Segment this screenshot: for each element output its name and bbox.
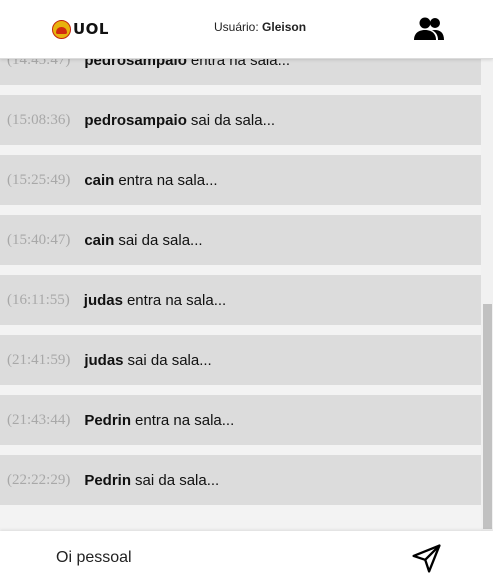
message-user: judas: [83, 291, 123, 309]
paper-plane-icon[interactable]: [411, 543, 442, 574]
message-user: cain: [84, 231, 115, 249]
message-row: (15:25:49) cain entra na sala...: [0, 155, 481, 205]
message-input[interactable]: [56, 543, 386, 573]
message-time: (22:22:29): [7, 471, 71, 488]
message-row: (15:40:47) cain sai da sala...: [0, 215, 481, 265]
message-time: (21:41:59): [7, 351, 71, 368]
user-name: Gleison: [262, 20, 307, 34]
message-row: (15:08:36) pedrosampaio sai da sala...: [0, 95, 481, 145]
message-time: (16:11:55): [7, 291, 70, 308]
top-bar: UOL Usuário: Gleison: [0, 0, 493, 59]
message-time: (15:25:49): [7, 171, 71, 188]
message-row: (22:22:29) Pedrin sai da sala...: [0, 455, 481, 505]
message-text: entra na sala...: [135, 411, 235, 429]
message-row: (16:11:55) judas entra na sala...: [0, 275, 481, 325]
message-user: pedrosampaio: [84, 111, 187, 129]
message-row: (21:41:59) judas sai da sala...: [0, 335, 481, 385]
message-scrollbar[interactable]: [481, 59, 493, 531]
message-time: (21:43:44): [7, 411, 71, 428]
message-time: (14:45:47): [7, 59, 71, 68]
message-text: sai da sala...: [190, 111, 276, 129]
message-user: cain: [84, 171, 115, 189]
message-user: judas: [84, 351, 124, 369]
message-list[interactable]: (14:45:47) pedrosampaio entra na sala... (1…: [0, 59, 481, 531]
message-text: entra na sala...: [118, 171, 218, 189]
message-user: Pedrin: [84, 411, 132, 429]
message-text: entra na sala...: [190, 59, 291, 69]
message-text: sai da sala...: [118, 231, 203, 249]
uol-logo-text: UOL: [73, 20, 109, 38]
message-time: (15:08:36): [7, 111, 71, 128]
message-text: sai da sala...: [127, 351, 212, 369]
message-user: pedrosampaio: [84, 59, 187, 69]
uol-logo: UOL: [52, 19, 109, 39]
scrollbar-thumb[interactable]: [483, 304, 492, 529]
user-prefix: Usuário:: [214, 20, 259, 34]
message-user: Pedrin: [84, 471, 132, 489]
message-time: (15:40:47): [7, 231, 71, 248]
message-text: entra na sala...: [126, 291, 227, 309]
current-user-label: Usuário: Gleison: [214, 20, 306, 34]
message-row: (21:43:44) Pedrin entra na sala...: [0, 395, 481, 445]
message-text: sai da sala...: [135, 471, 220, 489]
people-icon[interactable]: [414, 16, 444, 42]
uol-logo-mark: [52, 19, 71, 39]
message-row: (14:45:47) pedrosampaio entra na sala...: [0, 59, 481, 85]
